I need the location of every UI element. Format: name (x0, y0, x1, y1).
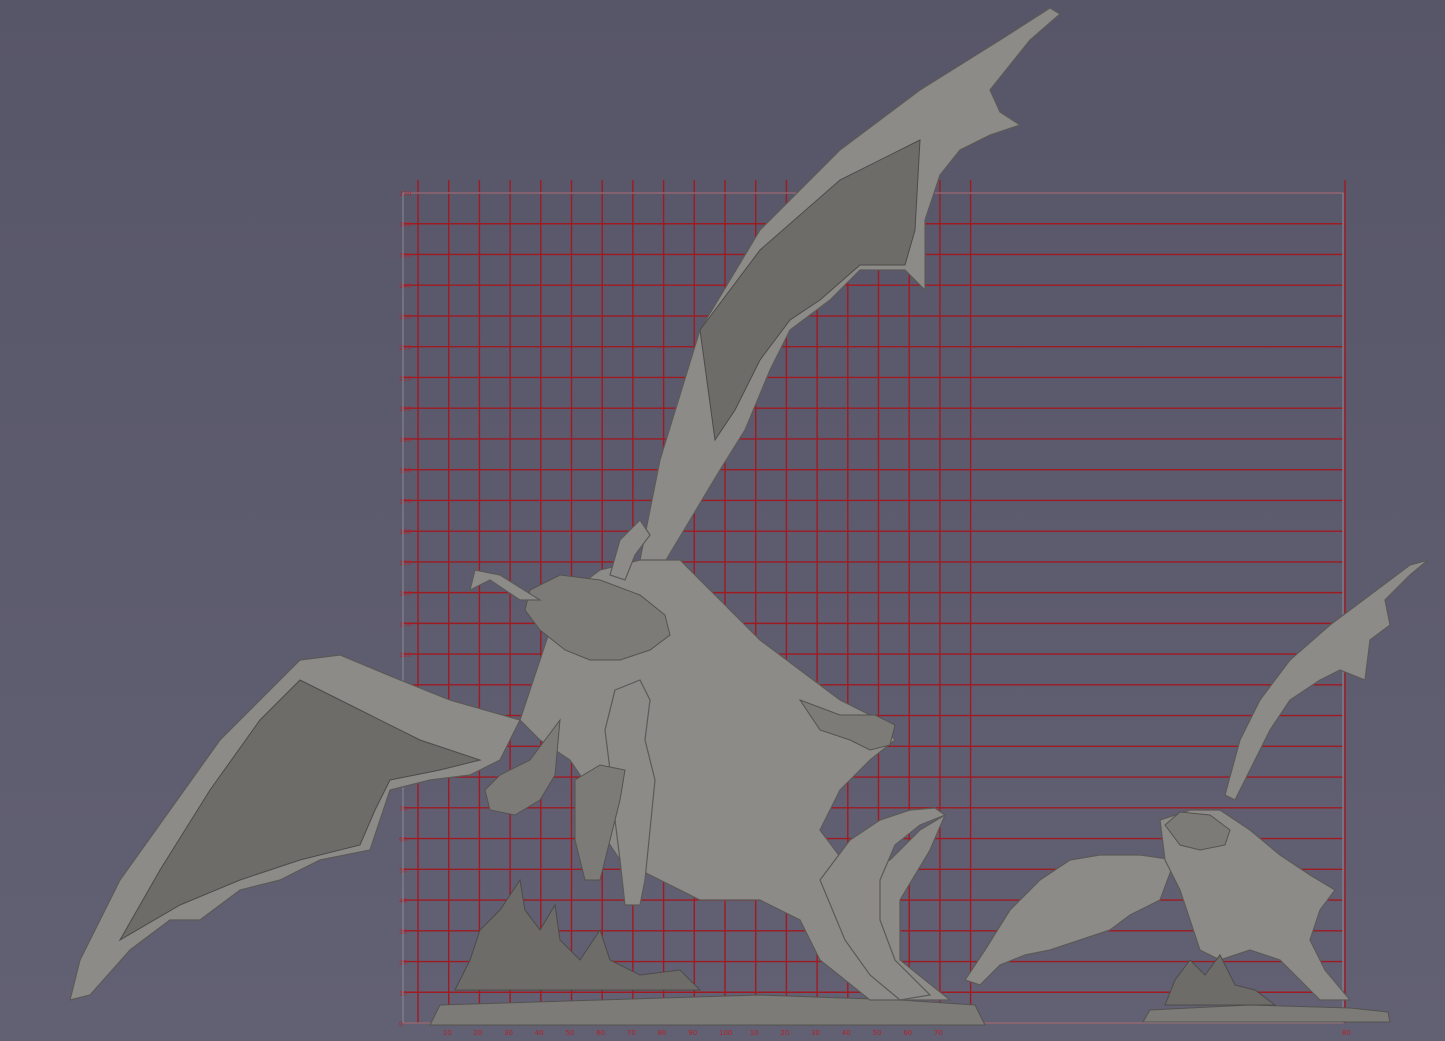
y-tick-label: 240 (399, 282, 411, 290)
x-tick-label: 50 (873, 1029, 882, 1037)
x-tick-label: 30 (811, 1029, 820, 1037)
y-tick-label: 50 (399, 866, 407, 874)
y-tick-label: 70 (399, 805, 407, 813)
upper-right-wing (639, 7, 1062, 571)
dragon-horn-left (469, 569, 543, 601)
y-tick-label: 0 (399, 1020, 403, 1028)
x-tick-label: 70 (934, 1029, 943, 1037)
preview-flames (1164, 954, 1277, 1006)
y-tick-label: 270 (399, 190, 411, 198)
x-tick-label: 60 (596, 1029, 605, 1037)
x-tick-label: 100 (719, 1029, 732, 1037)
y-tick-label: 180 (399, 467, 411, 475)
y-tick-label: 210 (399, 374, 411, 382)
y-tick-label: 190 (399, 436, 411, 444)
y-axis-tick-labels: 2702602502402302202102001901801701601501… (399, 190, 411, 1028)
y-tick-label: 60 (399, 836, 407, 844)
preview-upper-wing (1224, 559, 1429, 801)
preview-lower-wing (964, 854, 1176, 986)
y-tick-label: 10 (399, 989, 407, 997)
preview-base (1142, 1004, 1391, 1023)
y-tick-label: 250 (399, 251, 411, 259)
y-tick-label: 120 (399, 651, 411, 659)
model-viewport[interactable]: 2702602502402302202102001901801701601501… (0, 0, 1445, 1041)
y-tick-label: 30 (399, 928, 407, 936)
x-tick-label: 80 (1342, 1029, 1351, 1037)
dragon-statue-large[interactable] (69, 7, 1062, 1026)
y-tick-label: 150 (399, 559, 411, 567)
x-tick-label: 50 (566, 1029, 575, 1037)
x-tick-label: 20 (780, 1029, 789, 1037)
x-tick-label: 40 (535, 1029, 544, 1037)
y-tick-label: 160 (399, 528, 411, 536)
x-tick-label: 60 (903, 1029, 912, 1037)
x-tick-label: 40 (842, 1029, 851, 1037)
x-tick-label: 10 (443, 1029, 452, 1037)
x-tick-label: 20 (473, 1029, 482, 1037)
y-tick-label: 140 (399, 590, 411, 598)
x-tick-label: 90 (688, 1029, 697, 1037)
y-tick-label: 260 (399, 221, 411, 229)
x-tick-label: 70 (627, 1029, 636, 1037)
x-axis-tick-labels: 10 20 30 40 50 60 70 80 90 100 10 20 30 40 50 60 70 80 (443, 1029, 1351, 1037)
y-tick-label: 230 (399, 313, 411, 321)
y-tick-label: 20 (399, 959, 407, 967)
x-tick-label: 10 (750, 1029, 759, 1037)
y-tick-label: 40 (399, 897, 407, 905)
y-tick-label: 170 (399, 497, 411, 505)
x-tick-label: 30 (504, 1029, 513, 1037)
y-tick-label: 130 (399, 620, 411, 628)
y-tick-label: 220 (399, 344, 411, 352)
dragon-statue-preview[interactable] (964, 559, 1429, 1023)
x-tick-label: 80 (658, 1029, 667, 1037)
y-tick-label: 200 (399, 405, 411, 413)
